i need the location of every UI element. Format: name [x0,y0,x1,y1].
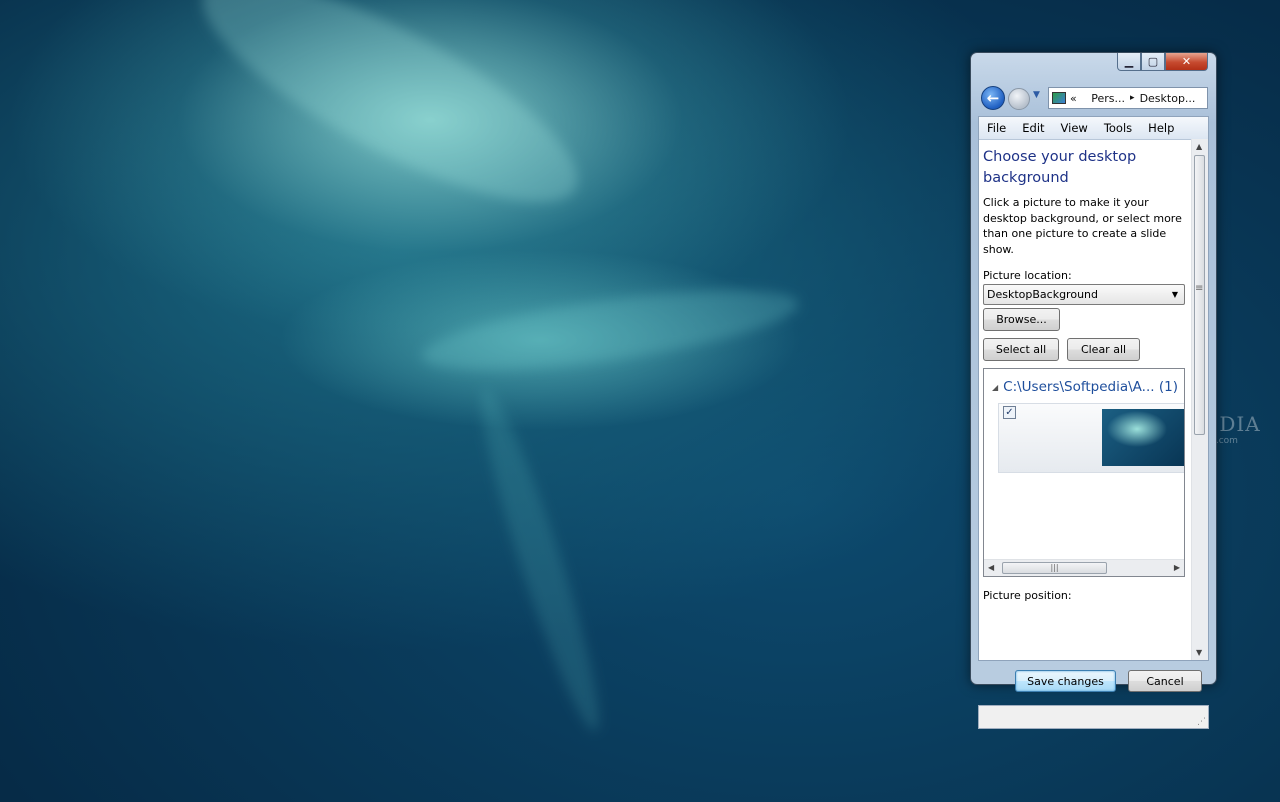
navigation-bar: ← ▼ « ▸ Pers... ▸ Desktop... [978,85,1210,111]
thumbnail-checkbox[interactable]: ✓ [1003,406,1016,419]
cancel-button[interactable]: Cancel [1128,670,1202,692]
scroll-up-icon[interactable]: ▲ [1196,142,1202,151]
close-icon[interactable]: ✕ [1165,53,1208,71]
breadcrumb-desktop-background[interactable]: Desktop... [1140,92,1196,105]
menu-edit[interactable]: Edit [1014,121,1052,135]
page-content: Choose your desktop background Click a p… [979,139,1192,660]
horizontal-scroll-thumb[interactable]: ||| [1002,562,1107,574]
browse-button[interactable]: Browse... [983,308,1060,331]
picture-position-label: Picture position: [983,589,1072,602]
dialog-footer: Save changes Cancel [978,661,1209,706]
picture-group-header[interactable]: ◢ C:\Users\Softpedia\A... (1) [992,379,1178,395]
clear-all-button[interactable]: Clear all [1067,338,1140,361]
control-panel-icon [1052,92,1066,104]
resize-grip-icon[interactable]: ⋰ [1197,717,1206,727]
menu-file[interactable]: File [979,121,1014,135]
select-all-button[interactable]: Select all [983,338,1059,361]
light-swoosh [176,0,604,242]
menu-view[interactable]: View [1053,121,1096,135]
address-bar[interactable]: « ▸ Pers... ▸ Desktop... [1048,87,1208,109]
page-description: Click a picture to make it your desktop … [983,196,1182,256]
picture-thumbnail-tile[interactable]: ✓ [998,403,1184,473]
page-title: Choose your desktop background [983,149,1137,186]
picture-location-value: DesktopBackground [987,288,1098,301]
picture-group-path: C:\Users\Softpedia\A... (1) [1003,379,1178,395]
picture-location-label: Picture location: [983,269,1072,282]
breadcrumb-separator[interactable]: ▸ [1130,93,1135,103]
caption-buttons: ▁ ▢ ✕ [1117,53,1208,72]
vertical-scroll-thumb[interactable] [1194,155,1205,435]
status-bar: ⋰ [978,705,1209,729]
client-area: File Edit View Tools Help Choose your de… [978,116,1209,661]
menu-tools[interactable]: Tools [1096,121,1140,135]
scroll-right-icon[interactable]: ▶ [1174,563,1180,572]
collapse-triangle-icon[interactable]: ◢ [992,383,998,392]
picture-list[interactable]: ◢ C:\Users\Softpedia\A... (1) ✓ ◀ ||| ▶ [983,368,1185,577]
scroll-down-icon[interactable]: ▼ [1196,648,1202,657]
back-arrow-icon[interactable]: ← [981,86,1005,110]
scroll-grip-icon: ≡ [1195,283,1204,294]
selection-buttons: Select all Clear all [983,338,1192,361]
recent-pages-dropdown-icon[interactable]: ▼ [1033,90,1040,100]
address-overflow-chevron[interactable]: « [1070,92,1077,105]
save-changes-button[interactable]: Save changes [1015,670,1116,692]
light-swoosh [465,382,615,738]
breadcrumb-personalization[interactable]: Pers... [1091,92,1125,105]
wallpaper-thumbnail[interactable] [1102,409,1184,466]
horizontal-scrollbar[interactable]: ◀ ||| ▶ [984,559,1184,576]
vertical-scrollbar[interactable]: ▲ ≡ ▼ [1191,139,1208,660]
chevron-down-icon: ▼ [1171,290,1178,299]
desktop-background-window: ▁ ▢ ✕ ← ▼ « ▸ Pers... ▸ Desktop... File … [970,52,1217,729]
maximize-icon[interactable]: ▢ [1141,53,1165,71]
forward-arrow-icon[interactable] [1008,88,1030,110]
minimize-icon[interactable]: ▁ [1117,53,1141,71]
menu-help[interactable]: Help [1140,121,1182,135]
scroll-left-icon[interactable]: ◀ [988,563,994,572]
picture-location-select[interactable]: DesktopBackground ▼ [983,284,1185,305]
menu-bar: File Edit View Tools Help [979,117,1208,140]
light-swoosh [417,273,803,387]
